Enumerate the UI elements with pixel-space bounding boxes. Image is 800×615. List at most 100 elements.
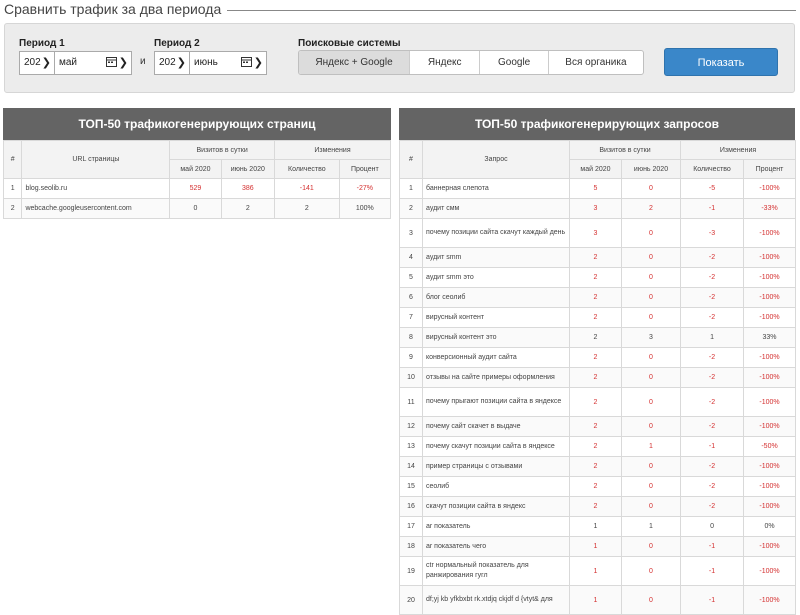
visits-month2: 0 — [620, 178, 682, 199]
change-qty: -141 — [273, 178, 340, 199]
table-row: 8 вирусный контент это 2 3 1 33% — [399, 327, 797, 348]
chevron-down-icon: ❯ — [176, 57, 186, 69]
page-url[interactable]: blog.seolib.ru — [21, 178, 171, 199]
period2-year-select[interactable]: 202 ❯ — [154, 51, 190, 75]
change-qty: -1 — [680, 556, 745, 586]
row-number: 4 — [399, 247, 423, 268]
visits-month2: 0 — [620, 218, 682, 248]
query-text[interactable]: вирусный контент это — [422, 327, 570, 348]
visits-month1: 2 — [569, 287, 622, 308]
change-qty: -1 — [680, 536, 745, 557]
change-qty: -2 — [680, 367, 745, 388]
visits-month1: 5 — [569, 178, 622, 199]
change-qty: -1 — [680, 585, 745, 615]
col-qty: Количество — [680, 159, 745, 179]
period1-month-value: май — [59, 57, 78, 68]
query-text[interactable]: скачут позиции сайта в яндекс — [422, 496, 570, 517]
query-text[interactable]: отзывы на сайте примеры оформления — [422, 367, 570, 388]
query-text[interactable]: df;yj kb yfkbxbt rk.xtdjq ckjdf d {vtyt&… — [422, 585, 570, 615]
period1-month-select[interactable]: май ❯ — [54, 51, 132, 75]
query-text[interactable]: конверсионный аудит сайта — [422, 347, 570, 368]
visits-month1: 2 — [569, 476, 622, 497]
change-pct: -27% — [338, 178, 392, 199]
query-text[interactable]: баннерная слепота — [422, 178, 570, 199]
col-month1: май 2020 — [569, 159, 622, 179]
calendar-icon — [241, 57, 252, 67]
col-num: # — [2, 140, 23, 179]
period2-label: Период 2 — [154, 38, 200, 49]
query-text[interactable]: сеолиб — [422, 476, 570, 497]
change-pct: -100% — [743, 218, 797, 248]
change-qty: 1 — [680, 327, 745, 348]
row-number: 5 — [399, 267, 423, 288]
top-pages-title: ТОП-50 трафикогенерирующих страниц — [3, 108, 391, 140]
change-pct: -100% — [743, 387, 797, 417]
row-number: 11 — [399, 387, 423, 417]
query-text[interactable]: ctr нормальный показатель для ранжирован… — [422, 556, 570, 586]
show-button[interactable]: Показать — [664, 48, 778, 76]
visits-month1: 529 — [169, 178, 222, 199]
col-visits: Визитов в сутки — [169, 140, 275, 160]
visits-month2: 386 — [220, 178, 275, 199]
row-number: 17 — [399, 516, 423, 537]
period2-month-select[interactable]: июнь ❯ — [189, 51, 267, 75]
search-engine-toggle: Яндекс + Google Яндекс Google Вся органи… — [298, 50, 644, 75]
page-url[interactable]: webcache.googleusercontent.com — [21, 198, 171, 219]
table-row: 19 ctr нормальный показатель для ранжиров… — [399, 556, 797, 586]
change-pct: -100% — [743, 476, 797, 497]
table-row: 3 почему позиции сайта скачут каждый день… — [399, 218, 797, 248]
visits-month2: 0 — [620, 307, 682, 328]
engine-option-yandex[interactable]: Яндекс — [410, 51, 481, 74]
engine-option-google[interactable]: Google — [480, 51, 549, 74]
change-pct: -100% — [743, 536, 797, 557]
chevron-down-icon: ❯ — [253, 57, 263, 69]
table-row: 1 blog.seolib.ru 529 386 -141 -27% — [2, 178, 392, 199]
table-row: 5 аудит smm это 2 0 -2 -100% — [399, 267, 797, 288]
query-text[interactable]: аудит смм — [422, 198, 570, 219]
query-text[interactable]: ar показатель чего — [422, 536, 570, 557]
top-pages-table: # URL страницы Визитов в сутки Изменения… — [2, 140, 392, 219]
change-qty: -1 — [680, 198, 745, 219]
change-pct: -100% — [743, 178, 797, 199]
chevron-down-icon: ❯ — [118, 57, 128, 69]
row-number: 3 — [399, 218, 423, 248]
row-number: 20 — [399, 585, 423, 615]
change-qty: -2 — [680, 456, 745, 477]
row-number: 10 — [399, 367, 423, 388]
page-header: Сравнить трафик за два периода — [4, 0, 796, 20]
chevron-down-icon: ❯ — [41, 57, 51, 69]
query-text[interactable]: почему скачут позиции сайта в яндексе — [422, 436, 570, 457]
row-number: 19 — [399, 556, 423, 586]
table-row: 1 баннерная слепота 5 0 -5 -100% — [399, 178, 797, 199]
period1-label: Период 1 — [19, 38, 65, 49]
query-text[interactable]: почему прыгают позиции сайта в яндексе — [422, 387, 570, 417]
query-text[interactable]: почему позиции сайта скачут каждый день — [422, 218, 570, 248]
period1-year-select[interactable]: 202 ❯ — [19, 51, 55, 75]
query-text[interactable]: аудит smm — [422, 247, 570, 268]
change-qty: 0 — [680, 516, 745, 537]
col-changes: Изменения — [680, 140, 797, 160]
col-month2: июнь 2020 — [620, 159, 682, 179]
visits-month2: 1 — [620, 516, 682, 537]
change-pct: -100% — [743, 247, 797, 268]
col-month2: июнь 2020 — [220, 159, 275, 179]
query-text[interactable]: ar показатель — [422, 516, 570, 537]
query-text[interactable]: почему сайт скачет в выдаче — [422, 416, 570, 437]
table-row: 7 вирусный контент 2 0 -2 -100% — [399, 307, 797, 328]
table-row: 17 ar показатель 1 1 0 0% — [399, 516, 797, 537]
change-qty: -2 — [680, 496, 745, 517]
visits-month2: 3 — [620, 327, 682, 348]
query-text[interactable]: блог сеолиб — [422, 287, 570, 308]
change-pct: -100% — [743, 267, 797, 288]
change-qty: -2 — [680, 347, 745, 368]
engine-option-yandex-google[interactable]: Яндекс + Google — [299, 51, 411, 74]
query-text[interactable]: вирусный контент — [422, 307, 570, 328]
visits-month2: 0 — [620, 416, 682, 437]
table-row: 18 ar показатель чего 1 0 -1 -100% — [399, 536, 797, 557]
change-pct: -100% — [743, 347, 797, 368]
engine-option-all-organic[interactable]: Вся органика — [549, 51, 643, 74]
period1-year-value: 202 — [24, 57, 41, 68]
query-text[interactable]: пример страницы с отзывами — [422, 456, 570, 477]
query-text[interactable]: аудит smm это — [422, 267, 570, 288]
row-number: 16 — [399, 496, 423, 517]
